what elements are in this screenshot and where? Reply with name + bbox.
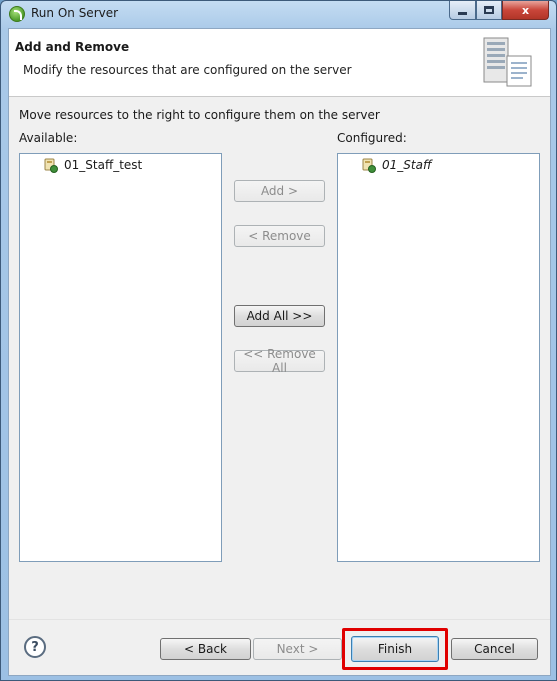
remove-all-button[interactable]: << Remove All <box>234 347 325 375</box>
server-icon <box>483 37 532 87</box>
item-label: 01_Staff <box>382 158 432 172</box>
minimize-icon <box>458 11 467 15</box>
spring-app-icon <box>9 6 25 22</box>
add-all-button[interactable]: Add All >> <box>234 305 325 327</box>
close-icon: x <box>521 3 530 17</box>
available-label: Available: <box>19 131 78 145</box>
available-list[interactable]: 01_Staff_test <box>19 153 222 562</box>
cancel-button[interactable]: Cancel <box>451 638 538 660</box>
dialog-content: Add and Remove Modify the resources that… <box>8 28 551 676</box>
window-title: Run On Server <box>31 6 119 20</box>
add-button[interactable]: Add > <box>234 180 325 202</box>
help-icon[interactable]: ? <box>24 636 46 658</box>
configured-label: Configured: <box>337 131 407 145</box>
footer-divider <box>9 619 550 620</box>
instruction-text: Move resources to the right to configure… <box>19 108 380 122</box>
maximize-icon <box>484 6 494 14</box>
title-bar[interactable]: Run On Server x <box>1 1 556 27</box>
minimize-button[interactable] <box>449 1 476 20</box>
remove-button[interactable]: < Remove <box>234 225 325 247</box>
close-button[interactable]: x <box>502 1 549 20</box>
project-icon <box>44 158 58 173</box>
wizard-header: Add and Remove Modify the resources that… <box>9 29 550 97</box>
project-icon <box>362 158 376 173</box>
configured-list[interactable]: 01_Staff <box>337 153 540 562</box>
maximize-button[interactable] <box>476 1 502 20</box>
list-item[interactable]: 01_Staff <box>362 157 432 173</box>
back-button[interactable]: < Back <box>160 638 251 660</box>
page-description: Modify the resources that are configured… <box>23 63 352 77</box>
list-item[interactable]: 01_Staff_test <box>44 157 142 173</box>
finish-highlight-box <box>342 628 448 670</box>
item-label: 01_Staff_test <box>64 158 143 172</box>
page-title: Add and Remove <box>15 40 130 54</box>
next-button[interactable]: Next > <box>253 638 342 660</box>
run-on-server-window: Run On Server x Add and Remove Modify th… <box>0 0 557 681</box>
